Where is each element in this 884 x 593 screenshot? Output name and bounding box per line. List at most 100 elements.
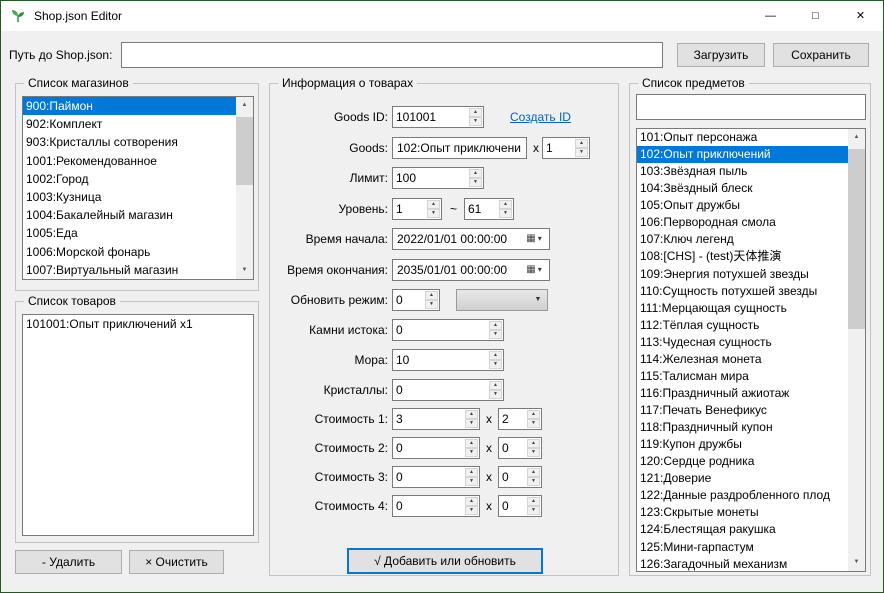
path-input[interactable] — [121, 42, 663, 68]
level-max-value[interactable]: 61 — [465, 199, 498, 219]
cost1-count-spinner[interactable]: 2 ▲▼ — [498, 408, 542, 430]
list-item[interactable]: 117:Печать Венефикус — [637, 402, 848, 419]
shops-scrollbar[interactable]: ▲ ▼ — [236, 97, 253, 279]
spin-up-button[interactable]: ▲ — [489, 351, 502, 360]
chevron-down-icon[interactable]: ▼ — [529, 290, 547, 310]
spin-up-button[interactable]: ▲ — [465, 468, 478, 477]
cost4-count-value[interactable]: 0 — [499, 496, 526, 516]
spin-up-button[interactable]: ▲ — [527, 497, 540, 506]
goods-count-value[interactable]: 1 — [543, 138, 574, 158]
list-item[interactable]: 900:Паймон — [23, 97, 236, 115]
spin-up-button[interactable]: ▲ — [575, 139, 588, 148]
list-item[interactable]: 1006:Морской фонарь — [23, 243, 236, 261]
cost4-id-value[interactable]: 0 — [393, 496, 464, 516]
list-item[interactable]: 108:[CHS] - (test)天体推演 — [637, 248, 848, 265]
spin-up-button[interactable]: ▲ — [499, 200, 512, 209]
goods-input[interactable] — [392, 137, 527, 159]
level-max-spinner[interactable]: 61 ▲▼ — [464, 198, 514, 220]
load-button[interactable]: Загрузить — [677, 43, 765, 67]
list-item[interactable]: 105:Опыт дружбы — [637, 197, 848, 214]
list-item[interactable]: 113:Чудесная сущность — [637, 334, 848, 351]
primogem-value[interactable]: 0 — [393, 320, 488, 340]
spin-down-button[interactable]: ▼ — [469, 178, 482, 187]
list-item[interactable]: 103:Звёздная пыль — [637, 163, 848, 180]
cost3-count-spinner[interactable]: 0 ▲▼ — [498, 466, 542, 488]
scroll-thumb[interactable] — [236, 117, 253, 185]
cost2-count-spinner[interactable]: 0 ▲▼ — [498, 437, 542, 459]
minimize-button[interactable]: — — [748, 1, 793, 31]
level-min-spinner[interactable]: 1 ▲▼ — [392, 198, 442, 220]
limit-spinner[interactable]: 100 ▲▼ — [392, 167, 484, 189]
delete-button[interactable]: - Удалить — [15, 550, 122, 574]
spin-down-button[interactable]: ▼ — [465, 506, 478, 515]
cost2-id-spinner[interactable]: 0 ▲▼ — [392, 437, 480, 459]
cost4-id-spinner[interactable]: 0 ▲▼ — [392, 495, 480, 517]
list-item[interactable]: 1005:Еда — [23, 224, 236, 242]
cost1-id-spinner[interactable]: 3 ▲▼ — [392, 408, 480, 430]
list-item[interactable]: 109:Энергия потухшей звезды — [637, 266, 848, 283]
refresh-mode-combobox[interactable]: ▼ — [456, 289, 548, 311]
scroll-down-icon[interactable]: ▼ — [236, 262, 253, 279]
list-item[interactable]: 119:Купон дружбы — [637, 436, 848, 453]
crystal-value[interactable]: 0 — [393, 380, 488, 400]
list-item[interactable]: 101:Опыт персонажа — [637, 129, 848, 146]
end-time-picker[interactable]: 2035/01/01 00:00:00 ▦ ▾ — [392, 259, 550, 281]
scroll-down-icon[interactable]: ▼ — [848, 554, 865, 571]
list-item[interactable]: 903:Кристаллы сотворения — [23, 133, 236, 151]
goods-id-spinner[interactable]: 101001 ▲▼ — [392, 106, 484, 128]
list-item[interactable]: 123:Скрытые монеты — [637, 504, 848, 521]
list-item[interactable]: 101001:Опыт приключений x1 — [23, 315, 253, 333]
list-item[interactable]: 902:Комплект — [23, 115, 236, 133]
cost4-count-spinner[interactable]: 0 ▲▼ — [498, 495, 542, 517]
spin-down-button[interactable]: ▼ — [427, 209, 440, 218]
spin-down-button[interactable]: ▼ — [499, 209, 512, 218]
maximize-button[interactable]: □ — [793, 1, 838, 31]
close-button[interactable]: ✕ — [838, 1, 883, 31]
list-item[interactable]: 118:Праздничный купон — [637, 419, 848, 436]
item-search-input[interactable] — [636, 94, 866, 120]
list-item[interactable]: 114:Железная монета — [637, 351, 848, 368]
cost1-count-value[interactable]: 2 — [499, 409, 526, 429]
spin-down-button[interactable]: ▼ — [465, 477, 478, 486]
list-item[interactable]: 1007:Виртуальный магазин — [23, 261, 236, 279]
list-item[interactable]: 120:Сердце родника — [637, 453, 848, 470]
spin-up-button[interactable]: ▲ — [469, 108, 482, 117]
list-item[interactable]: 104:Звёздный блеск — [637, 180, 848, 197]
spin-down-button[interactable]: ▼ — [465, 419, 478, 428]
cost2-count-value[interactable]: 0 — [499, 438, 526, 458]
spin-up-button[interactable]: ▲ — [469, 169, 482, 178]
scroll-up-icon[interactable]: ▲ — [236, 97, 253, 114]
spin-down-button[interactable]: ▼ — [575, 148, 588, 157]
save-button[interactable]: Сохранить — [773, 43, 869, 67]
begin-time-picker[interactable]: 2022/01/01 00:00:00 ▦ ▾ — [392, 228, 550, 250]
list-item[interactable]: 116:Праздничный ажиотаж — [637, 385, 848, 402]
level-min-value[interactable]: 1 — [393, 199, 426, 219]
spin-up-button[interactable]: ▲ — [427, 200, 440, 209]
items-scrollbar[interactable]: ▲ ▼ — [848, 129, 865, 571]
list-item[interactable]: 124:Блестящая ракушка — [637, 521, 848, 538]
list-item[interactable]: 102:Опыт приключений — [637, 146, 848, 163]
list-item[interactable]: 1002:Город — [23, 170, 236, 188]
cost2-id-value[interactable]: 0 — [393, 438, 464, 458]
spin-up-button[interactable]: ▲ — [489, 381, 502, 390]
spin-up-button[interactable]: ▲ — [527, 439, 540, 448]
spin-up-button[interactable]: ▲ — [527, 468, 540, 477]
scroll-thumb[interactable] — [848, 149, 865, 329]
calendar-dropdown-button[interactable]: ▦ ▾ — [519, 229, 549, 249]
spin-up-button[interactable]: ▲ — [425, 291, 438, 300]
mora-value[interactable]: 10 — [393, 350, 488, 370]
list-item[interactable]: 111:Мерцающая сущность — [637, 300, 848, 317]
primogem-spinner[interactable]: 0 ▲▼ — [392, 319, 504, 341]
list-item[interactable]: 112:Тёплая сущность — [637, 317, 848, 334]
scroll-up-icon[interactable]: ▲ — [848, 129, 865, 146]
spin-up-button[interactable]: ▲ — [527, 410, 540, 419]
calendar-dropdown-button[interactable]: ▦ ▾ — [519, 260, 549, 280]
limit-value[interactable]: 100 — [393, 168, 468, 188]
list-item[interactable]: 122:Данные раздробленного плод — [637, 487, 848, 504]
refresh-mode-spinner[interactable]: 0 ▲▼ — [392, 289, 440, 311]
goods-count-spinner[interactable]: 1 ▲▼ — [542, 137, 590, 159]
cost3-count-value[interactable]: 0 — [499, 467, 526, 487]
spin-down-button[interactable]: ▼ — [489, 360, 502, 369]
crystal-spinner[interactable]: 0 ▲▼ — [392, 379, 504, 401]
goods-id-value[interactable]: 101001 — [393, 107, 468, 127]
